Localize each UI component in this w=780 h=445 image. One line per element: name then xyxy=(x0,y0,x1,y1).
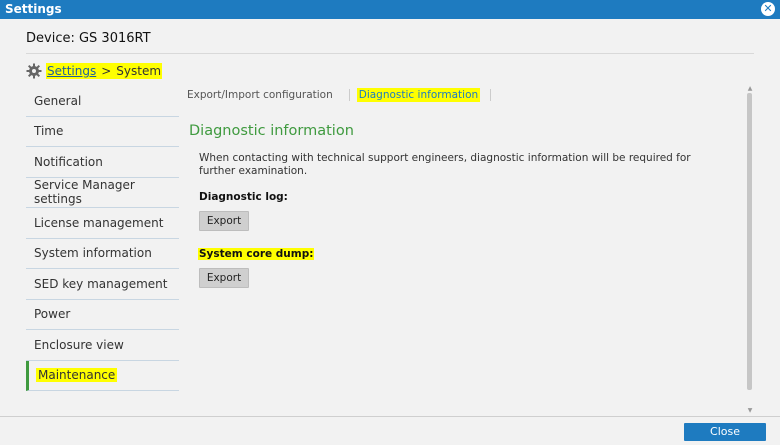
close-button[interactable]: Close xyxy=(684,423,766,441)
tab-divider xyxy=(490,89,492,101)
sidebar-item-notification[interactable]: Notification xyxy=(26,147,179,178)
sidebar-item-label: Service Manager settings xyxy=(34,178,135,207)
core-dump-label: System core dump: xyxy=(198,248,315,260)
vertical-scrollbar[interactable]: ▲ ▼ xyxy=(744,86,756,416)
tab-export-import[interactable]: Export/Import configuration xyxy=(187,89,333,101)
sidebar: General Time Notification Service Manage… xyxy=(26,86,179,391)
window-titlebar: Settings ✕ xyxy=(0,0,780,19)
sidebar-item-enclosure-view[interactable]: Enclosure view xyxy=(26,330,179,361)
section-title: Diagnostic information xyxy=(189,123,354,139)
sidebar-item-power[interactable]: Power xyxy=(26,300,179,330)
sidebar-item-maintenance[interactable]: Maintenance xyxy=(26,360,179,391)
export-diagnostic-log-button[interactable]: Export xyxy=(199,211,249,231)
divider xyxy=(26,53,754,54)
footer-divider xyxy=(0,416,780,417)
sidebar-item-label: License management xyxy=(34,215,164,230)
breadcrumb-separator: > xyxy=(101,64,112,78)
sidebar-item-general[interactable]: General xyxy=(26,86,179,117)
sidebar-item-sed-key[interactable]: SED key management xyxy=(26,269,179,300)
close-circle-icon[interactable]: ✕ xyxy=(761,2,775,16)
sidebar-item-label: SED key management xyxy=(34,276,168,291)
breadcrumb: Settings > System xyxy=(26,62,163,80)
window-title: Settings xyxy=(5,2,62,16)
sidebar-item-service-manager[interactable]: Service Manager settings xyxy=(26,178,179,208)
sidebar-item-label: Time xyxy=(34,124,64,139)
scrollbar-thumb[interactable] xyxy=(747,93,752,390)
gear-icon xyxy=(26,63,42,79)
breadcrumb-current: System xyxy=(116,64,162,78)
tab-divider xyxy=(348,89,350,101)
sidebar-item-label: Notification xyxy=(34,154,103,169)
breadcrumb-settings-link[interactable]: Settings xyxy=(47,64,96,78)
diagnostic-log-label: Diagnostic log: xyxy=(199,191,288,203)
section-description: When contacting with technical support e… xyxy=(199,152,691,177)
sidebar-item-label: Maintenance xyxy=(36,368,118,383)
tab-bar: Export/Import configuration Diagnostic i… xyxy=(187,88,492,102)
scroll-up-arrow-icon[interactable]: ▲ xyxy=(744,86,756,92)
tab-diagnostic-information[interactable]: Diagnostic information xyxy=(356,88,481,102)
sidebar-item-time[interactable]: Time xyxy=(26,117,179,147)
sidebar-item-label: System information xyxy=(34,246,152,261)
device-name: Device: GS 3016RT xyxy=(26,31,151,46)
sidebar-item-label: Power xyxy=(34,307,71,322)
export-core-dump-button[interactable]: Export xyxy=(199,268,249,288)
sidebar-item-system-information[interactable]: System information xyxy=(26,239,179,269)
sidebar-item-license[interactable]: License management xyxy=(26,208,179,239)
sidebar-item-label: Enclosure view xyxy=(34,337,124,352)
sidebar-item-label: General xyxy=(34,93,82,108)
scroll-down-arrow-icon[interactable]: ▼ xyxy=(744,408,756,414)
